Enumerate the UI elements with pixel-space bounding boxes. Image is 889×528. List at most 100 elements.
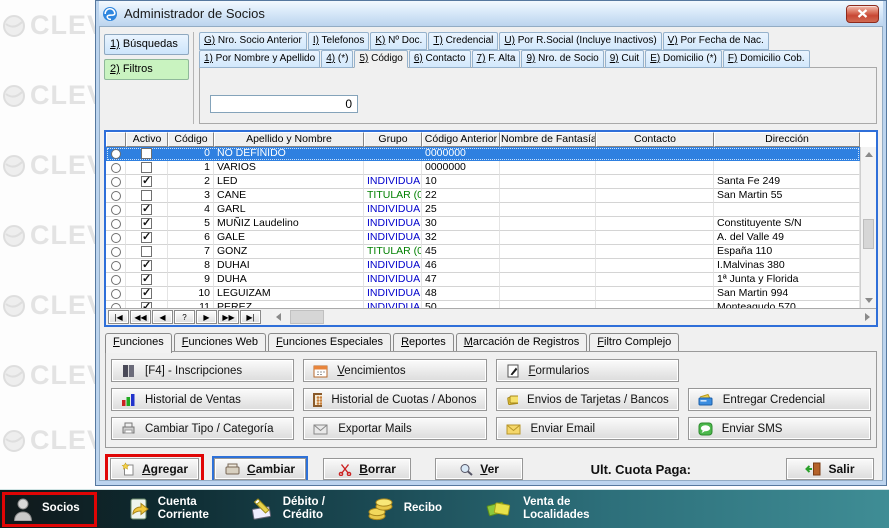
activo-checkbox[interactable]	[141, 274, 152, 285]
historial-ventas-button[interactable]: Historial de Ventas	[111, 388, 294, 411]
filter-tab[interactable]: T) Credencial	[428, 32, 498, 50]
row-radio[interactable]	[111, 177, 121, 187]
filter-tab[interactable]: 6) Contacto	[409, 50, 471, 68]
cambiar-button[interactable]: Cambiar	[214, 458, 306, 480]
vencimientos-button[interactable]: Vencimientos	[303, 359, 486, 382]
close-button[interactable]	[846, 5, 879, 23]
function-tab[interactable]: Funciones Web	[174, 333, 266, 351]
table-row[interactable]: 3 CANE TITULAR (0) 22 San Martin 55	[106, 189, 860, 203]
filter-tab[interactable]: E) Domicilio (*)	[645, 50, 722, 68]
column-header-codigo-anterior[interactable]: Código Anterior	[422, 132, 500, 147]
filter-tab[interactable]: 7) F. Alta	[472, 50, 521, 68]
codigo-input[interactable]	[210, 95, 358, 113]
nav-button[interactable]: ▶	[196, 310, 217, 324]
taskbar-item-recibo[interactable]: Recibo	[367, 497, 442, 521]
nav-button[interactable]: ▶▶	[218, 310, 239, 324]
nav-button[interactable]: ◀	[152, 310, 173, 324]
table-row[interactable]: 6 GALE INDIVIDUAL 32 A. del Valle 49	[106, 231, 860, 245]
table-row[interactable]: 10 LEGUIZAM INDIVIDUAL 48 San Martin 994	[106, 287, 860, 301]
column-header-codigo[interactable]: Código	[168, 132, 214, 147]
column-header-apellido-nombre[interactable]: Apellido y Nombre	[214, 132, 364, 147]
scroll-left-icon[interactable]	[276, 313, 281, 321]
scroll-up-icon[interactable]	[865, 152, 873, 157]
row-radio[interactable]	[111, 289, 121, 299]
column-header-direccion[interactable]: Dirección	[714, 132, 860, 147]
horizontal-scroll-thumb[interactable]	[290, 310, 324, 324]
column-header-contacto[interactable]: Contacto	[596, 132, 714, 147]
row-radio[interactable]	[111, 233, 121, 243]
filter-tab[interactable]: 9) Nro. de Socio	[521, 50, 603, 68]
nav-button[interactable]: ▶|	[240, 310, 261, 324]
function-tab[interactable]: Marcación de Registros	[456, 333, 588, 351]
row-radio[interactable]	[111, 275, 121, 285]
row-radio[interactable]	[111, 205, 121, 215]
activo-checkbox[interactable]	[141, 260, 152, 271]
table-row[interactable]: 1 VARIOS 0000000	[106, 161, 860, 175]
column-header-selector[interactable]	[106, 132, 126, 147]
filter-tab[interactable]: 4) (*)	[321, 50, 353, 68]
table-row[interactable]: 5 MUÑIZ Laudelino INDIVIDUAL 30 Constitu…	[106, 217, 860, 231]
agregar-button[interactable]: Agregar	[110, 458, 199, 480]
table-row[interactable]: 4 GARL INDIVIDUAL 25	[106, 203, 860, 217]
enviar-sms-button[interactable]: Enviar SMS	[688, 417, 871, 440]
formularios-button[interactable]: Formularios	[496, 359, 679, 382]
activo-checkbox[interactable]	[141, 204, 152, 215]
search-mode-tab[interactable]: 1) Búsquedas	[104, 34, 189, 55]
row-radio[interactable]	[111, 247, 121, 257]
ver-button[interactable]: Ver	[435, 458, 523, 480]
column-header-activo[interactable]: Activo	[126, 132, 168, 147]
function-tab[interactable]: Funciones Especiales	[268, 333, 391, 351]
vertical-scrollbar[interactable]	[860, 147, 876, 308]
filter-tab[interactable]: K) Nº Doc.	[370, 32, 427, 50]
table-row[interactable]: 7 GONZ TITULAR (0) 45 España 110	[106, 245, 860, 259]
inscripciones-button[interactable]: [F4] - Inscripciones	[111, 359, 294, 382]
filter-tab[interactable]: I) Telefonos	[308, 32, 370, 50]
scroll-right-icon[interactable]	[865, 313, 870, 321]
table-row[interactable]: 11 PEREZ INDIVIDUAL 50 Monteagudo 570	[106, 301, 860, 308]
filter-tab[interactable]: G) Nro. Socio Anterior	[199, 32, 307, 50]
nav-button[interactable]: |◀	[108, 310, 129, 324]
table-row[interactable]: 8 DUHAI INDIVIDUAL 46 I.Malvinas 380	[106, 259, 860, 273]
search-mode-tab[interactable]: 2) Filtros	[104, 59, 189, 80]
row-radio[interactable]	[111, 261, 121, 271]
taskbar-item-cuenta-corriente[interactable]: Cuenta Corriente	[127, 496, 216, 522]
table-row[interactable]: 9 DUHA INDIVIDUAL 47 1ª Junta y Florida	[106, 273, 860, 287]
row-radio[interactable]	[111, 219, 121, 229]
filter-tab[interactable]: 5) Código	[354, 50, 407, 68]
taskbar-item-venta-localidades[interactable]: Venta de Localidades	[486, 496, 597, 522]
table-row[interactable]: 2 LED INDIVIDUAL 10 Santa Fe 249	[106, 175, 860, 189]
filter-tab[interactable]: F) Domicilio Cob.	[723, 50, 810, 68]
exportar-mails-button[interactable]: Exportar Mails	[303, 417, 486, 440]
filter-tab[interactable]: 9) Cuit	[605, 50, 644, 68]
activo-checkbox[interactable]	[141, 190, 152, 201]
filter-tab[interactable]: U) Por R.Social (Incluye Inactivos)	[499, 32, 661, 50]
function-tab[interactable]: Reportes	[393, 333, 454, 351]
borrar-button[interactable]: Borrar	[323, 458, 411, 480]
activo-checkbox[interactable]	[141, 288, 152, 299]
table-row[interactable]: 0 NO DEFINIDO 0000000	[106, 147, 860, 161]
salir-button[interactable]: Salir	[786, 458, 874, 480]
activo-checkbox[interactable]	[141, 246, 152, 257]
nav-button[interactable]: ◀◀	[130, 310, 151, 324]
scroll-down-icon[interactable]	[865, 298, 873, 303]
activo-checkbox[interactable]	[141, 176, 152, 187]
row-radio[interactable]	[111, 191, 121, 201]
nav-button[interactable]: ?	[174, 310, 195, 324]
column-header-nombre-fantasia[interactable]: Nombre de Fantasía	[500, 132, 596, 147]
cambiar-tipo-button[interactable]: Cambiar Tipo / Categoría	[111, 417, 294, 440]
vertical-scroll-thumb[interactable]	[863, 219, 874, 249]
activo-checkbox[interactable]	[141, 148, 152, 159]
filter-tab[interactable]: 1) Por Nombre y Apellido	[199, 50, 320, 68]
taskbar-item-debito-credito[interactable]: Débito / Crédito	[250, 496, 335, 522]
activo-checkbox[interactable]	[141, 162, 152, 173]
function-tab[interactable]: Funciones	[105, 333, 172, 353]
historial-cuotas-button[interactable]: Historial de Cuotas / Abonos	[303, 388, 486, 411]
activo-checkbox[interactable]	[141, 232, 152, 243]
function-tab[interactable]: Filtro Complejo	[589, 333, 679, 351]
taskbar-item-socios[interactable]: Socios	[13, 497, 80, 521]
envios-tarjetas-button[interactable]: Envios de Tarjetas / Bancos	[496, 388, 679, 411]
horizontal-scrollbar[interactable]	[272, 310, 874, 324]
row-radio[interactable]	[111, 149, 121, 159]
activo-checkbox[interactable]	[141, 218, 152, 229]
filter-tab[interactable]: V) Por Fecha de Nac.	[663, 32, 769, 50]
